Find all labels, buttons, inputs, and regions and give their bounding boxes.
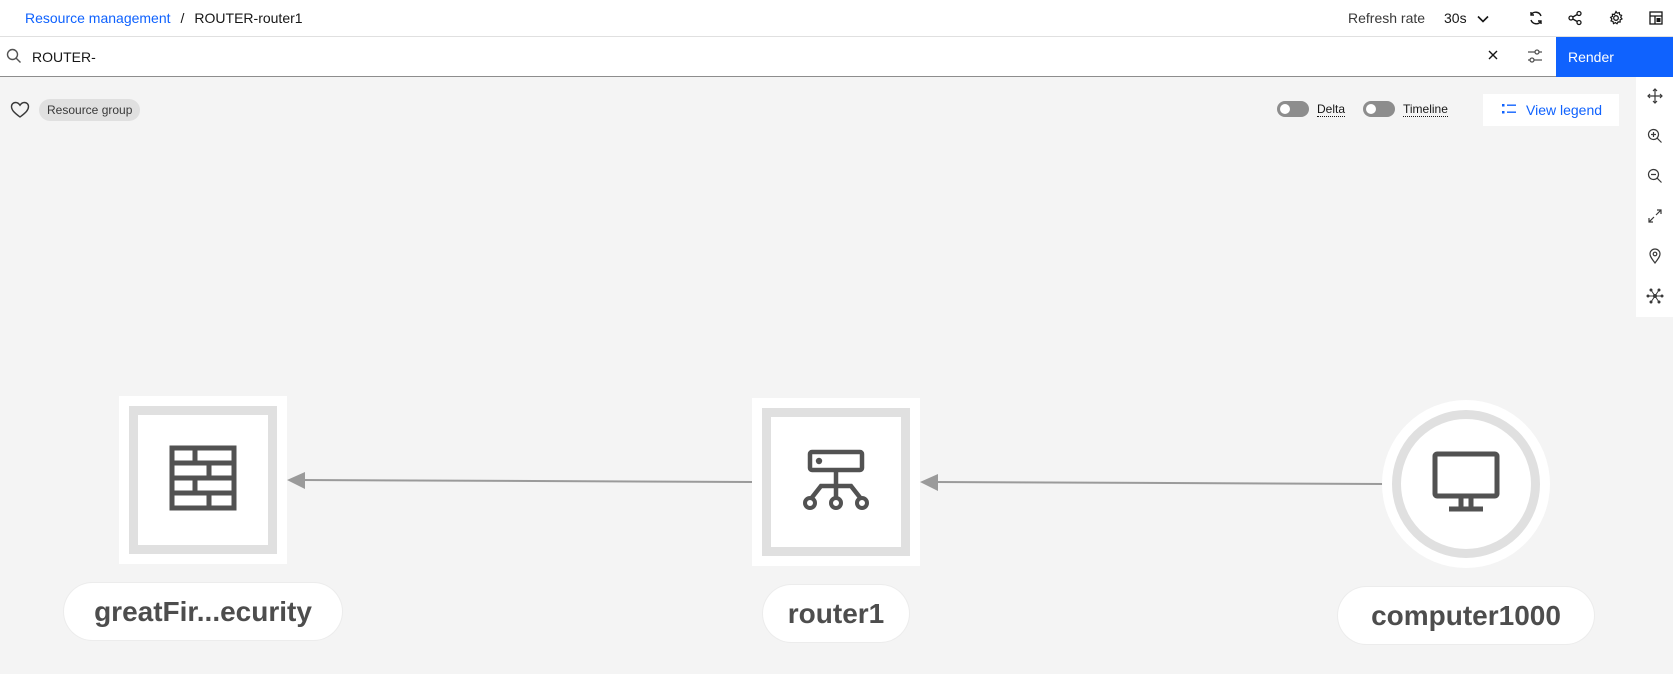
node-firewall-frame (129, 406, 277, 554)
pan-move-icon[interactable] (1645, 86, 1665, 106)
top-header: Resource management / ROUTER-router1 Ref… (0, 0, 1673, 37)
zoom-out-icon[interactable] (1645, 166, 1665, 186)
layout-icon[interactable] (1645, 7, 1667, 29)
desktop-icon (1431, 450, 1501, 519)
gear-icon[interactable] (1605, 7, 1627, 29)
timeline-toggle[interactable]: Timeline (1363, 101, 1448, 117)
router-icon (802, 448, 870, 517)
edge-computer-to-router[interactable] (920, 474, 1384, 491)
timeline-toggle-switch[interactable] (1363, 101, 1395, 117)
refresh-rate-select[interactable]: 30s (1444, 6, 1500, 30)
network-layout-icon[interactable] (1645, 286, 1665, 306)
close-icon[interactable] (1486, 48, 1500, 67)
refresh-rate-label: Refresh rate (1348, 10, 1426, 26)
node-computer-label[interactable]: computer1000 (1338, 587, 1594, 644)
delta-toggle-label: Delta (1317, 101, 1346, 117)
search-bar: Render (0, 37, 1673, 77)
delta-toggle-switch[interactable] (1277, 101, 1309, 117)
list-icon (1502, 102, 1516, 118)
refresh-icon[interactable] (1525, 7, 1547, 29)
search-icon (6, 48, 22, 69)
render-button[interactable]: Render (1556, 37, 1673, 77)
node-computer[interactable] (1382, 400, 1550, 568)
breadcrumb: Resource management / ROUTER-router1 (25, 10, 303, 26)
firewall-icon (169, 445, 237, 516)
location-pin-icon[interactable] (1645, 246, 1665, 266)
refresh-rate-value: 30s (1444, 10, 1467, 26)
edge-router-to-firewall[interactable] (287, 472, 753, 489)
share-icon[interactable] (1564, 7, 1586, 29)
node-router-label[interactable]: router1 (763, 585, 909, 642)
timeline-toggle-label: Timeline (1403, 101, 1448, 117)
breadcrumb-separator: / (180, 10, 185, 26)
delta-toggle[interactable]: Delta (1277, 101, 1346, 117)
fit-to-screen-icon[interactable] (1645, 206, 1665, 226)
node-computer-frame (1392, 410, 1540, 558)
node-firewall[interactable] (119, 396, 287, 564)
node-router[interactable] (752, 398, 920, 566)
view-legend-label: View legend (1526, 102, 1603, 118)
canvas-tools-rail (1636, 77, 1673, 317)
node-router-frame (762, 408, 910, 556)
filter-settings-icon[interactable] (1525, 46, 1545, 71)
search-input[interactable] (32, 45, 1482, 69)
zoom-in-icon[interactable] (1645, 126, 1665, 146)
resource-group-tag: Resource group (39, 99, 141, 121)
chevron-down-icon (1477, 10, 1489, 26)
view-legend-button[interactable]: View legend (1483, 94, 1619, 126)
breadcrumb-current: ROUTER-router1 (194, 10, 303, 26)
favorite-heart-icon[interactable] (10, 101, 30, 124)
breadcrumb-link-resource-management[interactable]: Resource management (25, 10, 171, 26)
node-firewall-label[interactable]: greatFir...ecurity (64, 583, 342, 640)
